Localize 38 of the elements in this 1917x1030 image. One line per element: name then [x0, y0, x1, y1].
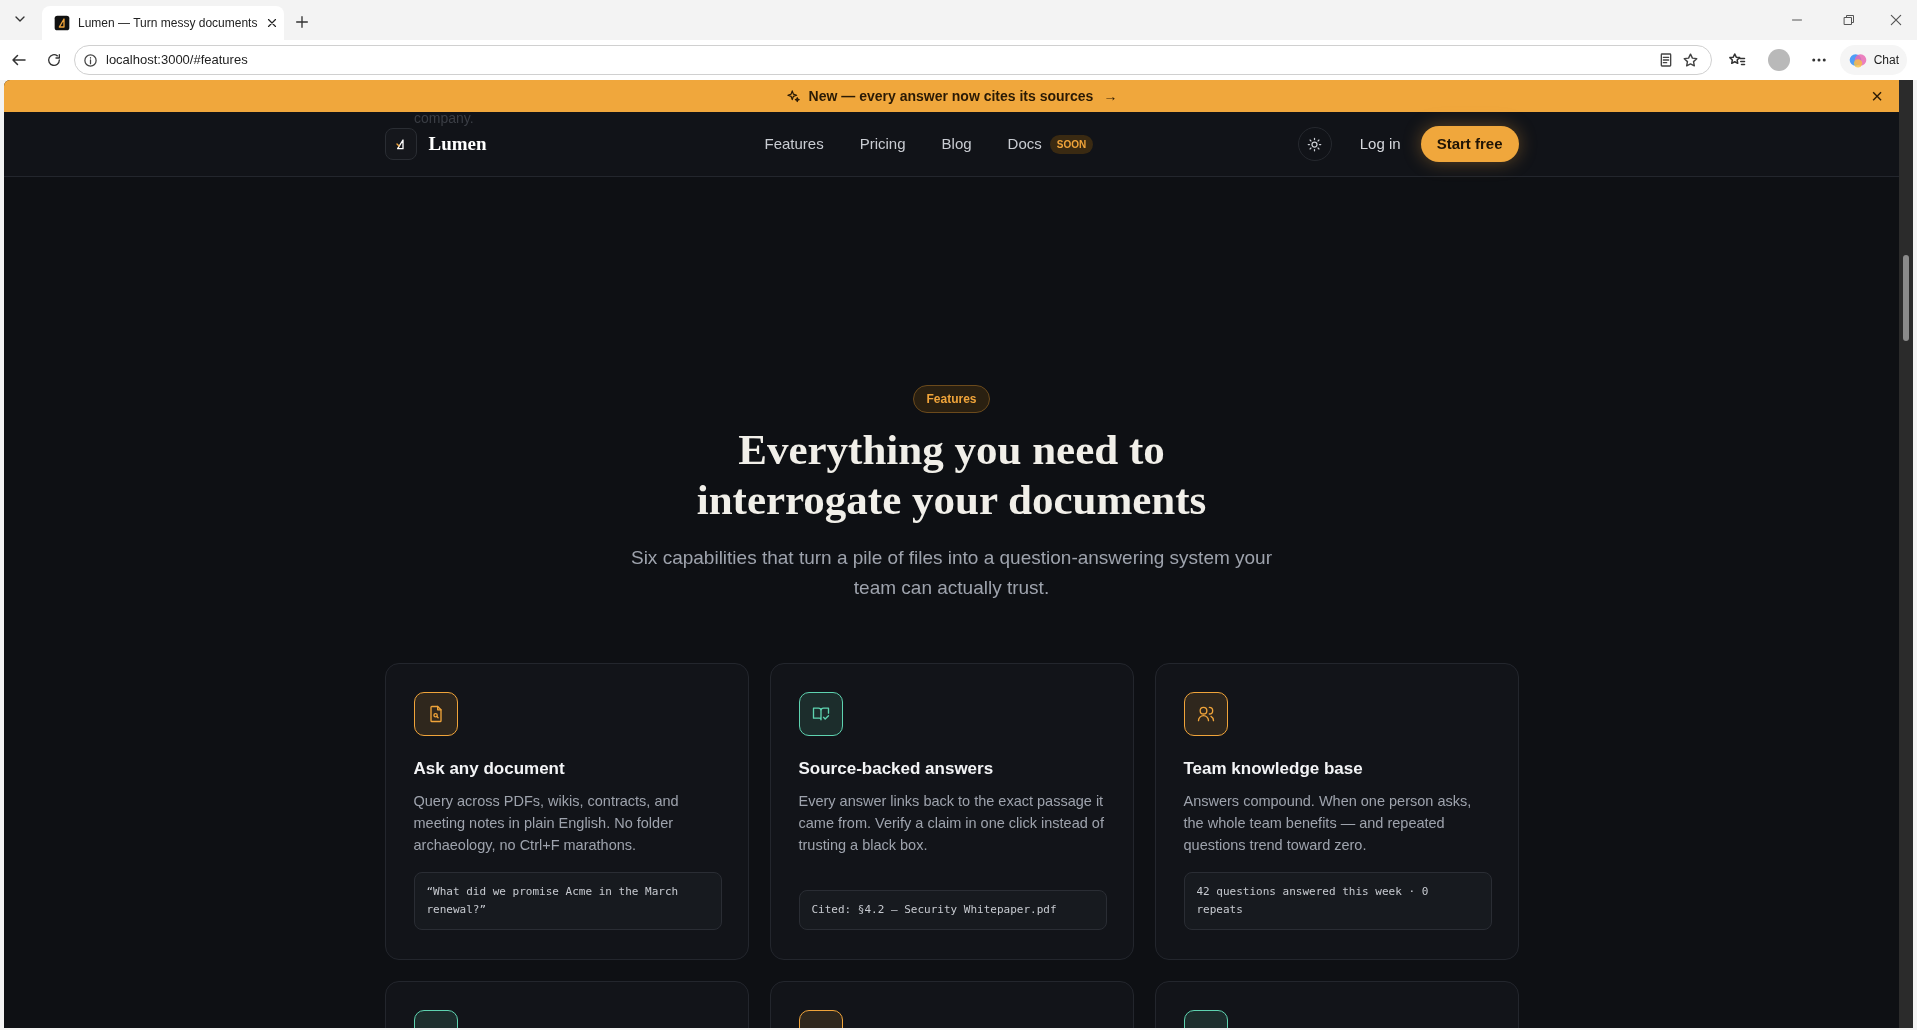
reload-icon[interactable]: [46, 52, 62, 68]
card-description: Every answer links back to the exact passage it came from. Verify a claim in one click instead of trusting a black box.: [798, 791, 1105, 855]
favicon-icon: [54, 15, 70, 31]
section-badge: Features: [913, 385, 990, 413]
new-tab-icon[interactable]: [294, 14, 310, 30]
announcement-link[interactable]: New — every answer now cites its sources →: [785, 85, 1118, 107]
card-title: Team knowledge base: [1183, 758, 1364, 780]
scrollbar[interactable]: [1899, 80, 1913, 1028]
sun-icon: [1307, 136, 1323, 152]
close-window-icon[interactable]: [1889, 13, 1903, 27]
tab-title: Lumen — Turn messy documents: [78, 15, 258, 32]
code-snippet: “What did we promise Acme in the March renewal?”: [413, 872, 722, 930]
logo-text[interactable]: Lumen: [428, 129, 487, 159]
logo-icon[interactable]: [384, 128, 417, 160]
login-link[interactable]: Log in: [1359, 132, 1401, 156]
url-text: localhost:3000/#features: [106, 51, 249, 70]
info-icon: [83, 52, 98, 68]
code-snippet: Cited: §4.2 — Security Whitepaper.pdf: [798, 890, 1107, 930]
restore-icon[interactable]: [1843, 14, 1855, 26]
code-snippet: 42 questions answered this week · 0 repeats: [1183, 872, 1492, 930]
people-icon: [1195, 704, 1216, 724]
start-free-button[interactable]: Start free: [1420, 126, 1519, 162]
nav-link[interactable]: Docs SOON: [1007, 132, 1094, 156]
soon-badge: SOON: [1049, 134, 1094, 154]
star-icon[interactable]: [1681, 51, 1699, 69]
nav-link[interactable]: Pricing: [859, 132, 906, 156]
section-subtitle: Six capabilities that turn a pile of files into a question-answering system your team can actually trust.: [629, 546, 1273, 600]
card-title: Source-backed answers: [798, 758, 995, 780]
close-button[interactable]: ×: [1871, 86, 1883, 106]
chat-button[interactable]: Chat: [1839, 45, 1907, 75]
nav-link[interactable]: Features: [764, 132, 824, 156]
browser-tab[interactable]: Lumen — Turn messy documents: [42, 6, 284, 40]
sparkle-icon: [785, 88, 801, 104]
card-title: Ask any document: [413, 758, 566, 780]
card-description: Answers compound. When one person asks, the whole team benefits — and repeated questions trend toward zero.: [1183, 791, 1473, 855]
nav-link[interactable]: Blog: [941, 132, 972, 156]
section-heading: Everything you need to interrogate your documents: [696, 425, 1207, 525]
card-description: Query across PDFs, wikis, contracts, and meeting notes in plain English. No folder archaeology, no Ctrl+F marathons.: [413, 791, 680, 855]
